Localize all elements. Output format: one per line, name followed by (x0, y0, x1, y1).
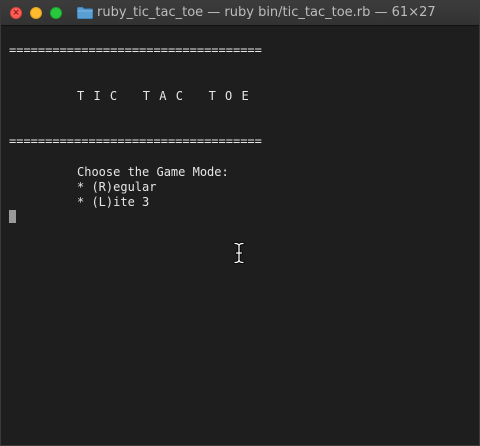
close-button[interactable]: × (10, 7, 22, 19)
separator-top: =================================== (9, 43, 262, 57)
zoom-button[interactable] (50, 7, 62, 19)
separator-bottom: =================================== (9, 134, 262, 148)
title-bar[interactable]: × ruby_tic_tac_toe — ruby bin/tic_tac_to… (1, 1, 479, 26)
window-title: ruby_tic_tac_toe — ruby bin/tic_tac_toe.… (97, 5, 436, 20)
text-cursor (9, 210, 16, 223)
folder-icon (77, 7, 93, 19)
terminal-output[interactable]: =================================== T I … (1, 26, 479, 445)
ibeam-cursor-icon (233, 242, 245, 264)
option-lite: * (L)ite 3 (77, 195, 150, 209)
option-regular: * (R)egular (77, 180, 157, 194)
terminal-window: × ruby_tic_tac_toe — ruby bin/tic_tac_to… (0, 0, 480, 446)
mode-prompt: Choose the Game Mode: (77, 165, 229, 179)
minimize-button[interactable] (30, 7, 42, 19)
close-icon: × (12, 8, 20, 18)
game-heading: T I C T A C T O E (77, 89, 250, 103)
